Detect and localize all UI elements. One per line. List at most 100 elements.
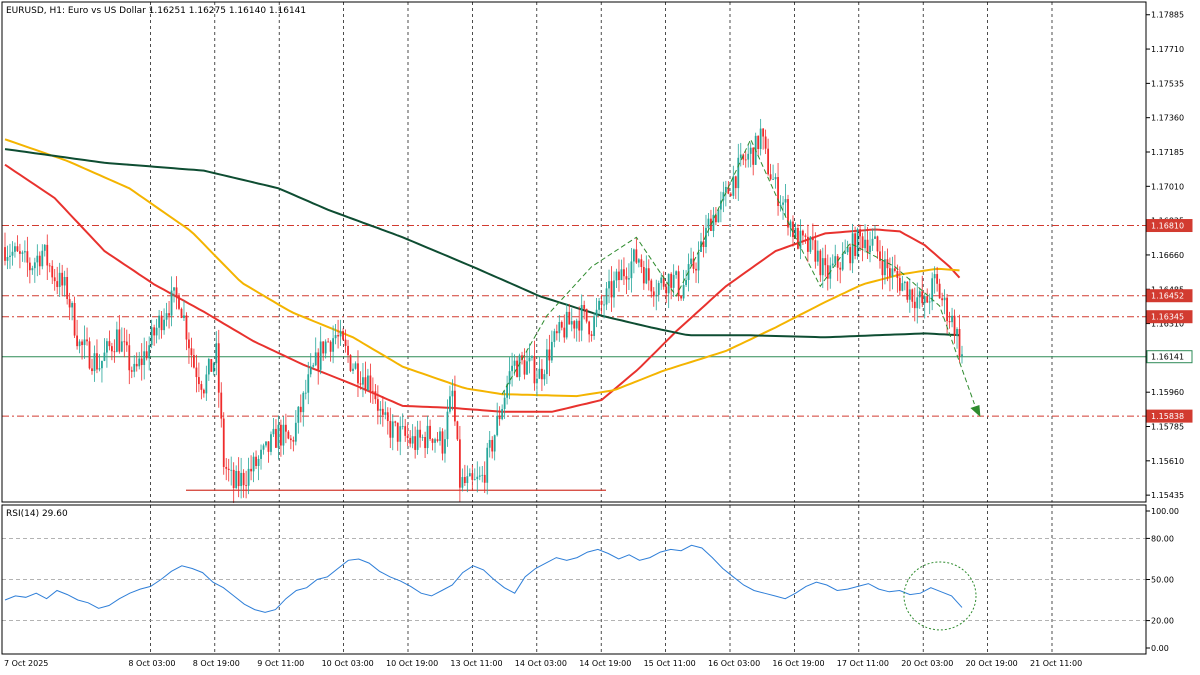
candle-body bbox=[262, 445, 265, 450]
candle-body bbox=[931, 278, 934, 302]
candle-body bbox=[158, 315, 161, 328]
time-tick-label: 16 Oct 03:00 bbox=[708, 659, 760, 668]
candle-body bbox=[921, 291, 924, 304]
time-tick-label: 8 Oct 19:00 bbox=[193, 659, 240, 668]
candle-body bbox=[406, 435, 409, 438]
candle-body bbox=[81, 341, 83, 346]
candle-body bbox=[528, 357, 531, 362]
candle-body bbox=[923, 296, 926, 304]
candle-body bbox=[103, 352, 106, 361]
candle-body bbox=[128, 345, 131, 371]
candle-body bbox=[553, 331, 556, 342]
candle-body bbox=[41, 250, 44, 267]
candle-body bbox=[33, 262, 36, 269]
candle-body bbox=[563, 327, 566, 338]
candle-body bbox=[956, 329, 958, 336]
candle-body bbox=[130, 370, 133, 372]
candle-body bbox=[665, 286, 668, 294]
candle-body bbox=[118, 329, 121, 352]
candle-body bbox=[247, 468, 250, 486]
candle-body bbox=[449, 396, 451, 412]
candle-body bbox=[918, 291, 921, 298]
candle-body bbox=[344, 339, 347, 346]
candle-body bbox=[580, 305, 583, 331]
rsi-tick-label: 100.00 bbox=[1151, 507, 1179, 516]
candle-body bbox=[260, 449, 262, 459]
candle-body bbox=[961, 354, 963, 357]
candle-body bbox=[235, 470, 238, 489]
candle-body bbox=[339, 331, 342, 337]
candle-body bbox=[9, 255, 11, 258]
candle-body bbox=[593, 316, 596, 336]
candle-body bbox=[96, 353, 98, 370]
candle-body bbox=[841, 253, 844, 270]
candle-body bbox=[538, 368, 541, 379]
candle-body bbox=[652, 291, 655, 297]
candle-body bbox=[729, 193, 732, 196]
candle-body bbox=[384, 412, 387, 415]
candle-body bbox=[284, 424, 287, 432]
candle-body bbox=[115, 329, 118, 352]
candle-body bbox=[869, 245, 871, 253]
candle-body bbox=[603, 304, 605, 306]
candle-body bbox=[446, 411, 449, 440]
candle-body bbox=[583, 305, 586, 309]
time-tick-label: 16 Oct 19:00 bbox=[772, 659, 824, 668]
candle-body bbox=[891, 268, 894, 277]
candle-body bbox=[637, 259, 640, 263]
candle-body bbox=[854, 233, 857, 256]
candle-body bbox=[831, 263, 834, 266]
candle-body bbox=[630, 261, 633, 279]
candle-body bbox=[732, 176, 735, 196]
rsi-tick-label: 50.00 bbox=[1151, 576, 1174, 585]
candle-body bbox=[767, 148, 770, 175]
price-tick-label: 1.15435 bbox=[1151, 491, 1184, 500]
time-tick-label: 7 Oct 2025 bbox=[4, 659, 48, 668]
time-tick-label: 14 Oct 19:00 bbox=[579, 659, 631, 668]
candle-body bbox=[951, 315, 953, 323]
candle-body bbox=[275, 428, 277, 448]
candle-body bbox=[685, 280, 687, 286]
candle-body bbox=[319, 341, 322, 370]
candle-body bbox=[140, 358, 143, 366]
candle-body bbox=[486, 447, 489, 483]
candle-body bbox=[677, 271, 680, 296]
candle-body bbox=[804, 235, 807, 237]
candle-body bbox=[230, 469, 233, 471]
candle-body bbox=[826, 265, 829, 279]
time-tick-label: 8 Oct 03:00 bbox=[128, 659, 175, 668]
candle-body bbox=[409, 437, 412, 444]
candle-body bbox=[342, 331, 344, 340]
candle-body bbox=[76, 335, 78, 347]
candle-body bbox=[774, 177, 777, 180]
candle-body bbox=[312, 365, 315, 367]
candle-body bbox=[466, 476, 469, 484]
candle-body bbox=[511, 365, 513, 372]
candle-body bbox=[6, 257, 9, 261]
price-level-tag-label: 1.16810 bbox=[1151, 222, 1184, 231]
candle-body bbox=[31, 268, 34, 271]
candle-body bbox=[943, 297, 946, 301]
candle-body bbox=[680, 295, 683, 299]
candle-body bbox=[585, 308, 588, 322]
candle-body bbox=[851, 233, 854, 264]
time-tick-label: 9 Oct 11:00 bbox=[257, 659, 304, 668]
candle-body bbox=[772, 179, 774, 180]
candle-body bbox=[369, 375, 372, 391]
candle-body bbox=[434, 439, 436, 443]
candle-body bbox=[212, 363, 215, 372]
candle-body bbox=[565, 311, 568, 338]
candle-body bbox=[958, 329, 961, 357]
candle-body bbox=[647, 268, 650, 281]
candle-body bbox=[675, 271, 678, 275]
candle-body bbox=[61, 272, 64, 286]
candle-body bbox=[615, 271, 618, 281]
candle-body bbox=[789, 221, 792, 228]
candle-body bbox=[327, 341, 330, 343]
candle-body bbox=[859, 229, 861, 237]
candle-body bbox=[555, 331, 558, 334]
candle-body bbox=[222, 418, 225, 467]
candle-body bbox=[160, 315, 163, 331]
candle-body bbox=[670, 273, 673, 288]
candle-body bbox=[371, 390, 374, 392]
